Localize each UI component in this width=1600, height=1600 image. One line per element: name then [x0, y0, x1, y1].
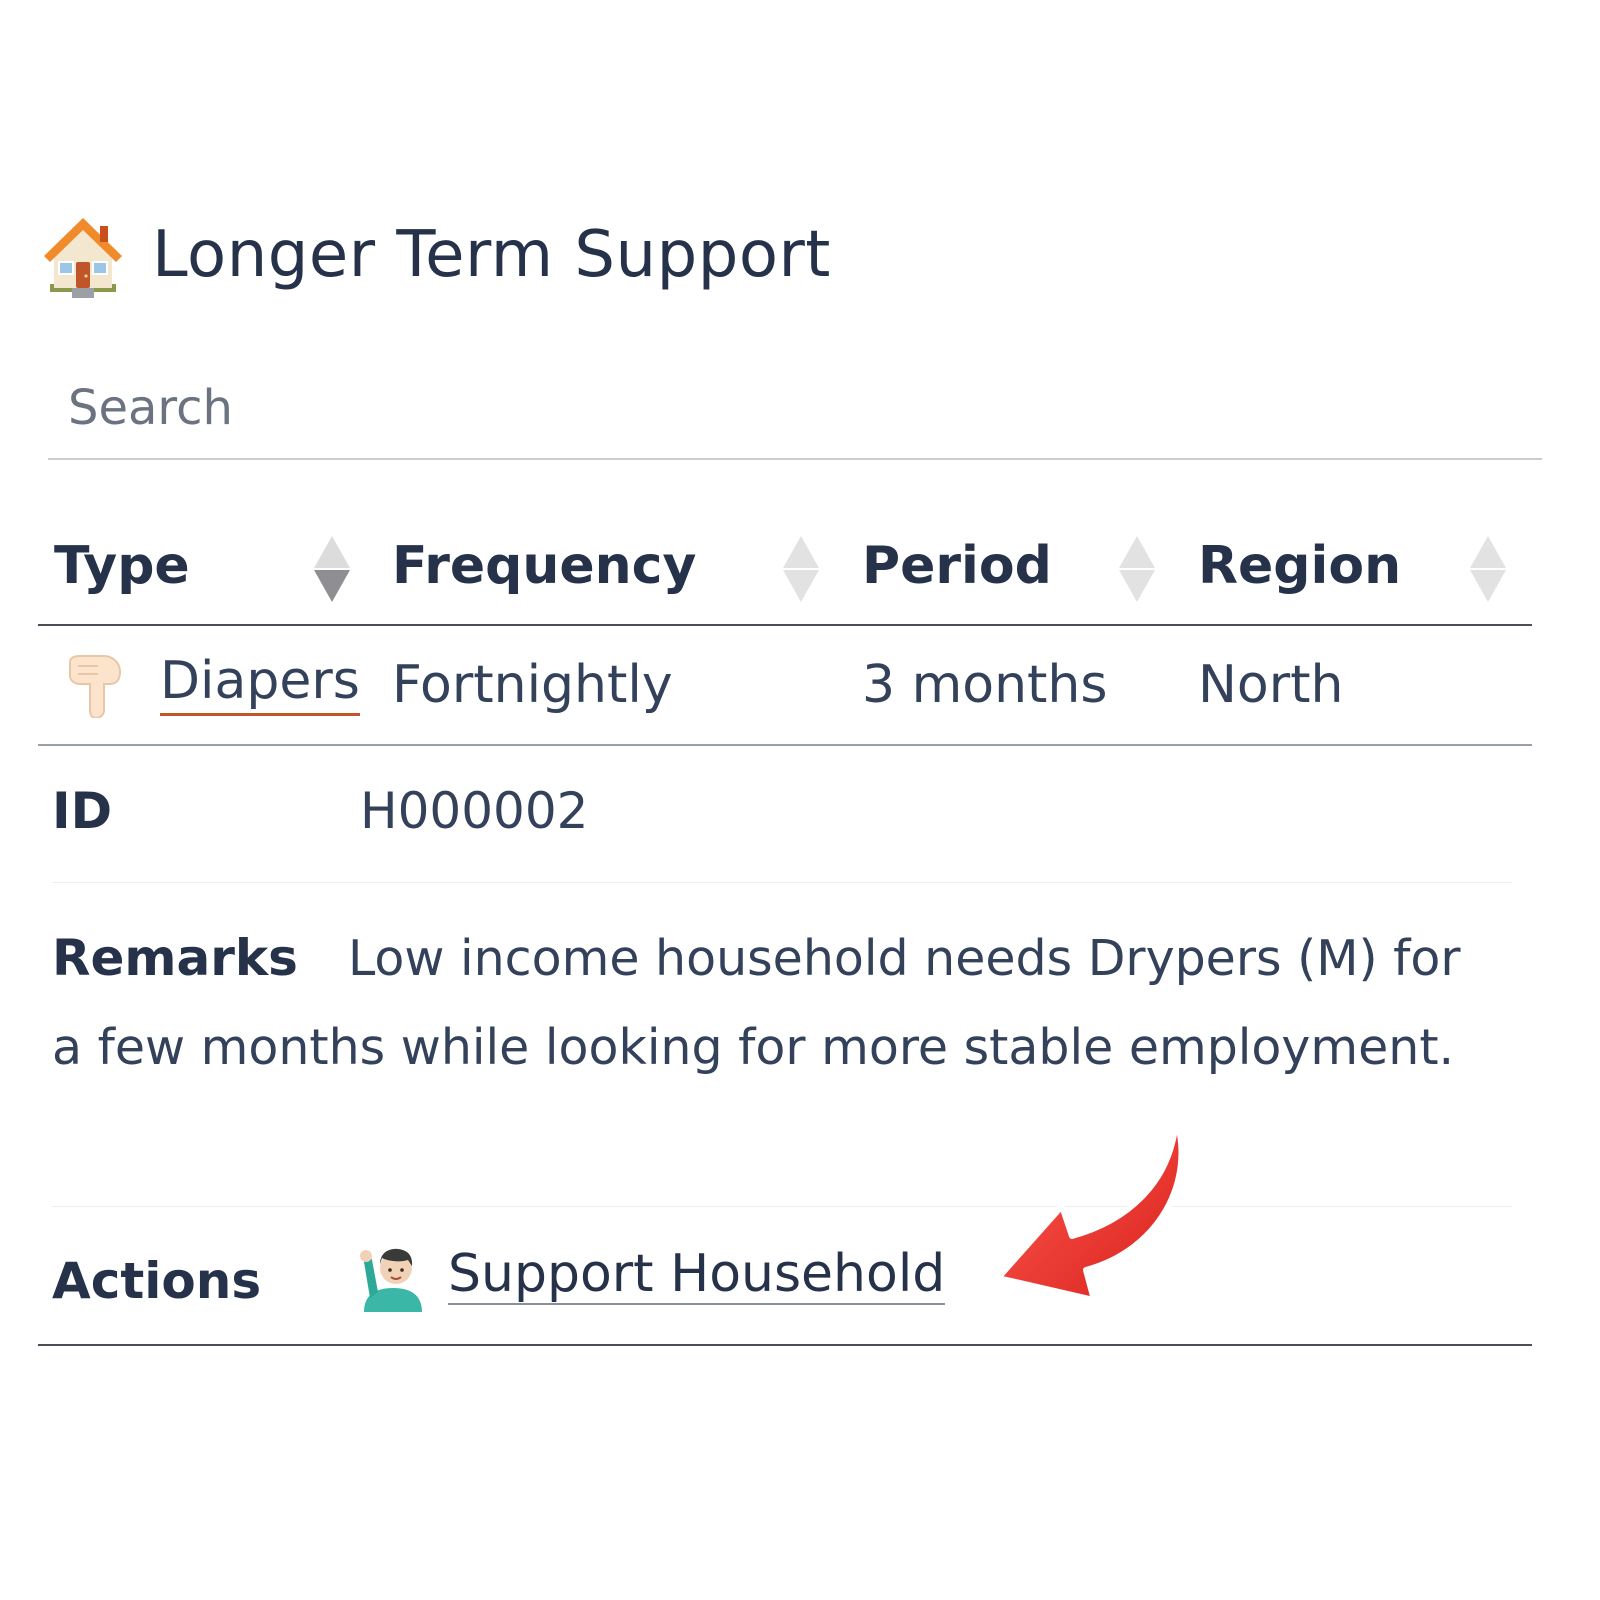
- id-row: ID H000002: [52, 752, 1512, 883]
- red-curved-arrow-icon: [995, 1115, 1185, 1303]
- actions-row: Actions Support Household: [38, 1210, 1532, 1346]
- house-icon: [44, 218, 122, 298]
- sort-icon[interactable]: [1470, 536, 1506, 602]
- sort-icon[interactable]: [1119, 536, 1155, 602]
- type-link[interactable]: Diapers: [160, 654, 360, 716]
- frequency-value: Fortnightly: [392, 655, 673, 715]
- remarks-row: Remarks Low income household needs Dryper…: [52, 914, 1512, 1207]
- table-row[interactable]: Diapers Fortnightly 3 months North: [38, 626, 1532, 746]
- page-title: Longer Term Support: [152, 218, 831, 292]
- sort-icon[interactable]: [783, 536, 819, 602]
- support-household-link[interactable]: Support Household: [448, 1247, 946, 1306]
- frequency-cell: Fortnightly: [392, 626, 673, 744]
- column-header-label: Type: [54, 536, 190, 596]
- id-label: ID: [52, 782, 113, 840]
- column-header-label: Region: [1198, 536, 1402, 596]
- column-header-region[interactable]: Region: [1198, 508, 1401, 624]
- actions-label: Actions: [52, 1252, 262, 1310]
- column-header-frequency[interactable]: Frequency: [392, 508, 696, 624]
- search-bar: [48, 360, 1542, 460]
- sort-descending-icon[interactable]: [314, 536, 350, 602]
- region-value: North: [1198, 655, 1344, 715]
- period-value: 3 months: [862, 655, 1108, 715]
- column-header-type[interactable]: Type: [54, 508, 190, 624]
- id-value: H000002: [360, 782, 589, 840]
- period-cell: 3 months: [862, 626, 1107, 744]
- table-header: Type Frequency Period Region: [38, 508, 1532, 626]
- person-raising-hand-icon: [360, 1248, 422, 1312]
- type-cell[interactable]: Diapers: [160, 626, 360, 744]
- support-household-button[interactable]: Support Household: [360, 1240, 946, 1312]
- remarks-label: Remarks: [52, 929, 298, 987]
- longer-term-support-page: Longer Term Support Type Frequency Perio…: [0, 0, 1600, 1600]
- column-header-label: Frequency: [392, 536, 697, 596]
- column-header-label: Period: [862, 536, 1052, 596]
- page-header: Longer Term Support: [40, 205, 831, 305]
- column-header-period[interactable]: Period: [862, 508, 1052, 624]
- search-input[interactable]: [48, 360, 1542, 456]
- pointing-down-hand-icon: [69, 655, 122, 718]
- region-cell: North: [1198, 626, 1343, 744]
- remarks-paragraph: Remarks Low income household needs Dryper…: [52, 914, 1492, 1092]
